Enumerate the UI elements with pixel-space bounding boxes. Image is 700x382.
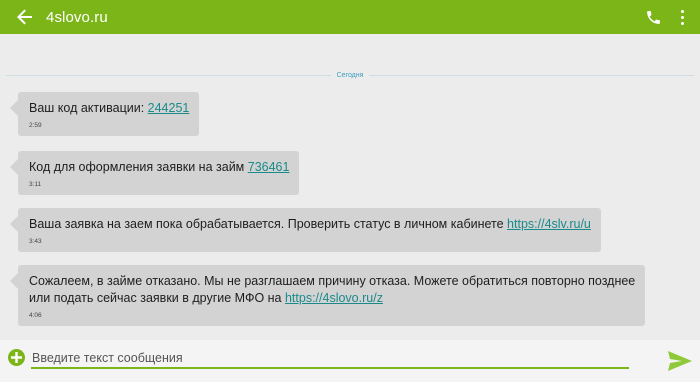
conversation-title: 4slovo.ru [46, 8, 108, 26]
more-vertical-icon [680, 9, 684, 13]
message-time: 4:06 [29, 312, 42, 319]
message-bubble: Код для оформления заявки на займ 736461… [9, 151, 300, 195]
phone-icon [646, 10, 660, 24]
back-button[interactable] [13, 5, 37, 29]
message-text: Код для оформления заявки на займ [29, 160, 248, 174]
message-link[interactable]: 736461 [248, 160, 290, 174]
call-button[interactable] [641, 5, 665, 29]
message-text: Ваша заявка на заем пока обрабатывается.… [29, 217, 508, 231]
overflow-menu-button[interactable] [675, 5, 689, 29]
date-separator-label: Сегодня [336, 71, 364, 79]
arrow-left-icon [17, 9, 32, 25]
message-link[interactable]: https://4slv.ru/u [507, 217, 591, 231]
plus-circle-icon [11, 352, 22, 363]
send-icon [668, 351, 692, 371]
date-separator: Сегодня [6, 70, 695, 80]
message-text: или подать сейчас заявки в другие МФО на [29, 291, 285, 305]
message-composer [0, 340, 700, 382]
message-bubble: Ваша заявка на заем пока обрабатывается.… [10, 208, 601, 252]
message-bubble: Сожалеем, в займе отказано. Мы не разгла… [9, 265, 646, 326]
message-text-line-1: Сожалеем, в займе отказано. Мы не разгла… [29, 274, 636, 288]
message-bubble: Ваш код активации: 244251 2:59 [9, 92, 200, 136]
message-time: 3:11 [29, 181, 42, 188]
message-link[interactable]: 244251 [148, 101, 190, 115]
message-time: 2:59 [29, 122, 42, 129]
add-attachment-button[interactable] [8, 349, 25, 366]
message-link[interactable]: https://4slovo.ru/z [285, 291, 383, 305]
message-time: 3:43 [29, 238, 42, 245]
message-text: Ваш код активации: [29, 101, 148, 115]
send-button[interactable] [667, 350, 693, 372]
app-bar: 4slovo.ru [0, 0, 700, 34]
message-input[interactable] [31, 347, 629, 369]
